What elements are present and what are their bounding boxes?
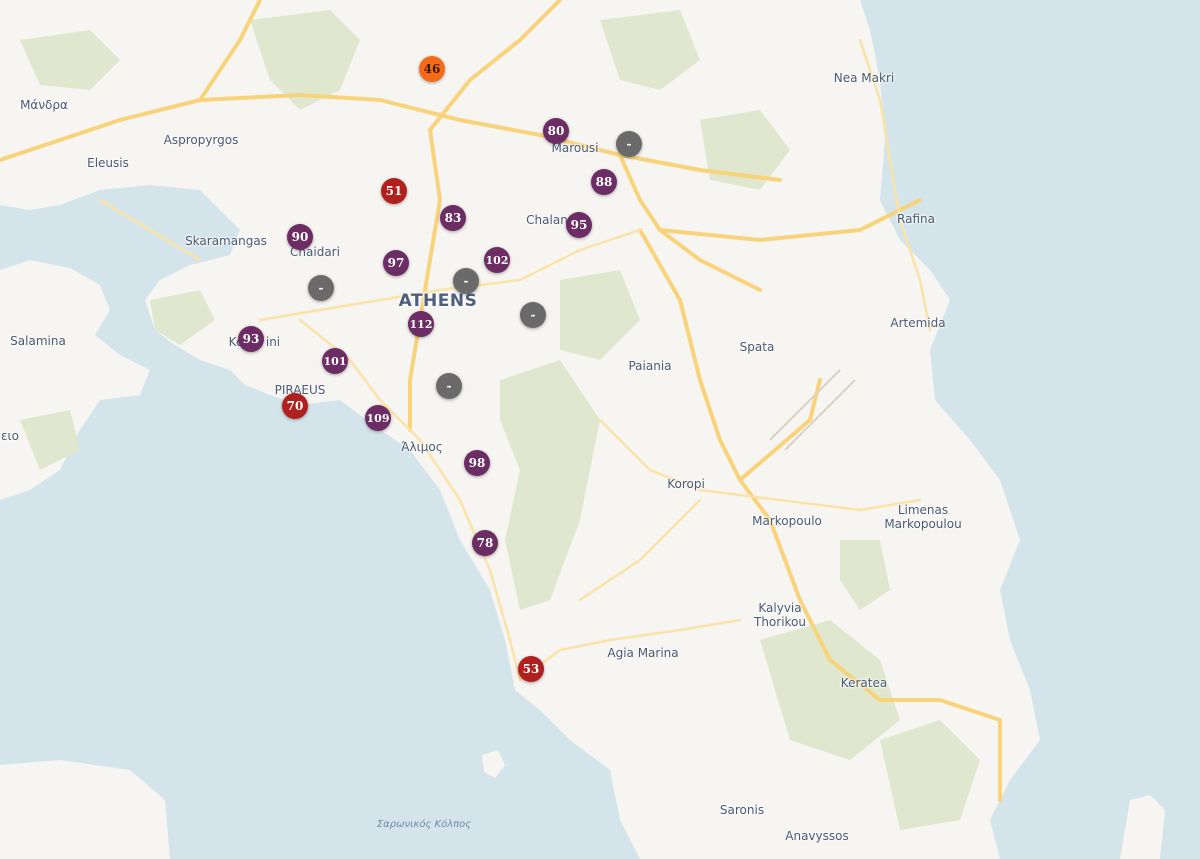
aqi-marker[interactable]: 109 (365, 405, 391, 431)
aqi-marker[interactable]: 88 (591, 169, 617, 195)
aqi-marker[interactable]: 90 (287, 224, 313, 250)
place-label-chalandri: Chalan (526, 213, 568, 227)
aqi-marker[interactable]: 78 (472, 530, 498, 556)
place-label-mandra: Μάνδρα (20, 98, 68, 112)
aqi-marker[interactable]: 97 (383, 250, 409, 276)
aqi-marker[interactable]: 46 (419, 56, 445, 82)
place-label-koropi: Koropi (667, 477, 705, 491)
aqi-marker[interactable]: 53 (518, 656, 544, 682)
place-label-skaramangas: Skaramangas (185, 234, 267, 248)
place-label-spata: Spata (739, 340, 775, 354)
aqi-marker[interactable]: 93 (238, 326, 264, 352)
place-label-rafina: Rafina (897, 212, 935, 226)
map-canvas[interactable]: Nea Makri Μάνδρα Aspropyrgos Marousi Eleusis… (0, 0, 1200, 859)
place-label-aigina: ειο (1, 429, 19, 443)
place-label-paiania: Paiania (628, 359, 672, 373)
aqi-marker[interactable]: 80 (543, 118, 569, 144)
place-label-keratea: Keratea (840, 676, 888, 690)
aqi-marker[interactable]: 95 (566, 212, 592, 238)
aqi-marker[interactable]: 101 (322, 348, 348, 374)
place-label-limenas-markopoulou: Limenas Markopoulou (884, 503, 961, 531)
sea-label: Σαρωνικός Κόλπος (376, 819, 472, 830)
place-label-kalyvia: Kalyvia (758, 601, 802, 615)
place-label-agia-marina: Agia Marina (607, 646, 679, 660)
place-label-line: Markopoulou (884, 517, 962, 531)
aqi-marker[interactable]: - (520, 302, 546, 328)
place-label-artemida: Artemida (890, 316, 946, 330)
aqi-marker[interactable]: - (616, 131, 642, 157)
place-label-aspropyrgos: Aspropyrgos (163, 133, 239, 147)
aqi-marker[interactable]: 51 (381, 178, 407, 204)
aqi-marker[interactable]: 70 (282, 393, 308, 419)
place-label-nea-makri: Nea Makri (833, 71, 895, 85)
aqi-marker[interactable]: - (436, 373, 462, 399)
place-label-keratsini-tail: ini (265, 335, 281, 349)
aqi-marker[interactable]: 102 (484, 247, 510, 273)
aqi-marker[interactable]: 98 (464, 450, 490, 476)
place-label-anavyssos: Anavyssos (785, 829, 849, 843)
aqi-marker[interactable]: - (453, 268, 479, 294)
basemap (0, 0, 1200, 859)
city-label-athens: ATHENS (398, 291, 478, 311)
place-label-line: Limenas (897, 503, 949, 517)
place-label-salamina: Salamina (10, 334, 66, 348)
aqi-marker[interactable]: 83 (440, 205, 466, 231)
place-label-thorikou: Thorikou (753, 615, 807, 629)
place-label-eleusis: Eleusis (87, 156, 129, 170)
place-label-saronis: Saronis (719, 803, 765, 817)
aqi-marker[interactable]: - (308, 275, 334, 301)
aqi-marker[interactable]: 112 (408, 311, 434, 337)
place-label-alimos: Άλιμος (401, 440, 443, 454)
place-label-markopoulo: Markopoulo (752, 514, 822, 528)
